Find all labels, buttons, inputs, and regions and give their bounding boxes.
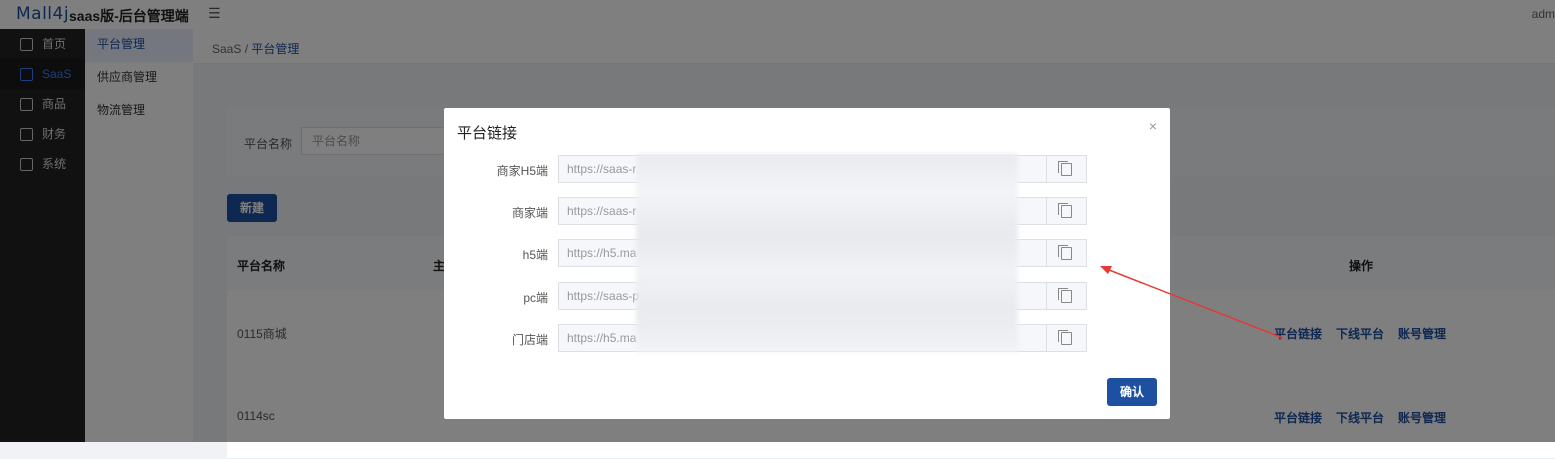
dialog-title: 平台链接 bbox=[457, 125, 518, 142]
copy-button[interactable] bbox=[1047, 197, 1087, 225]
platform-link-dialog: 平台链接 × 商家H5端 https://saas-r 商家端 https://… bbox=[444, 108, 1170, 419]
copy-icon bbox=[1058, 202, 1072, 218]
copy-icon bbox=[1058, 244, 1072, 260]
copy-button[interactable] bbox=[1047, 239, 1087, 267]
confirm-button[interactable]: 确认 bbox=[1107, 378, 1157, 406]
copy-icon bbox=[1058, 160, 1072, 176]
close-icon[interactable]: × bbox=[1149, 118, 1157, 134]
copy-icon bbox=[1058, 329, 1072, 345]
field-label: 商家H5端 bbox=[496, 164, 548, 178]
redaction-blur bbox=[636, 154, 1018, 352]
copy-button[interactable] bbox=[1047, 282, 1087, 310]
field-label: 门店端 bbox=[511, 333, 548, 347]
field-label: pc端 bbox=[523, 291, 548, 305]
field-label: h5端 bbox=[522, 248, 548, 262]
field-label: 商家端 bbox=[511, 206, 548, 220]
copy-icon bbox=[1058, 287, 1072, 303]
copy-button[interactable] bbox=[1047, 324, 1087, 352]
copy-button[interactable] bbox=[1047, 155, 1087, 183]
